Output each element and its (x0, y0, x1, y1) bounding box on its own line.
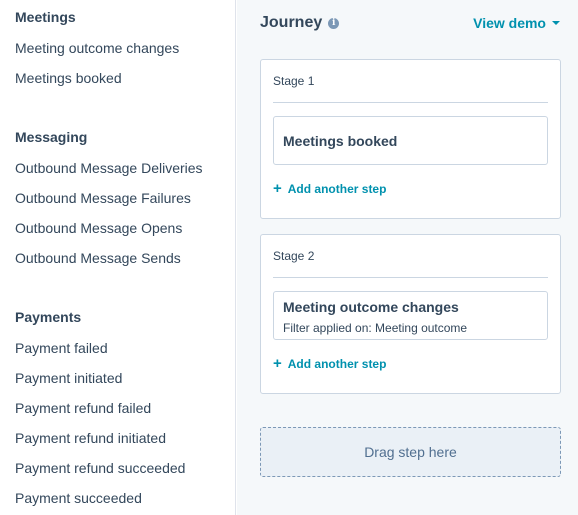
info-icon[interactable]: i (328, 17, 340, 29)
sidebar-item-meeting-outcome-changes[interactable]: Meeting outcome changes (15, 40, 179, 56)
stage-2-card: Stage 2 Meeting outcome changes Filter a… (260, 234, 561, 394)
stage-divider (273, 102, 548, 103)
step-title: Meetings booked (283, 133, 398, 149)
sidebar-item-payment-initiated[interactable]: Payment initiated (15, 370, 122, 386)
section-title-payments: Payments (15, 309, 82, 325)
stage-divider (273, 277, 548, 278)
step-card-meeting-outcome-changes[interactable]: Meeting outcome changes Filter applied o… (273, 291, 548, 340)
view-demo-button[interactable]: View demo (473, 15, 560, 31)
plus-icon: + (273, 355, 282, 372)
sidebar-item-outbound-message-deliveries[interactable]: Outbound Message Deliveries (15, 160, 203, 176)
sidebar-item-payment-failed[interactable]: Payment failed (15, 340, 108, 356)
event-sidebar: Meetings Meeting outcome changes Meeting… (0, 0, 236, 515)
stage-title: Stage 2 (273, 249, 315, 263)
step-filter-text: Filter applied on: Meeting outcome (283, 321, 468, 335)
section-title-messaging: Messaging (15, 129, 88, 145)
view-demo-label: View demo (473, 15, 546, 31)
add-another-step-button[interactable]: + Add another step (273, 355, 387, 372)
sidebar-item-meetings-booked[interactable]: Meetings booked (15, 70, 122, 86)
chevron-down-icon (552, 21, 560, 25)
add-another-step-button[interactable]: + Add another step (273, 180, 387, 197)
step-card-meetings-booked[interactable]: Meetings booked (273, 116, 548, 165)
sidebar-item-payment-succeeded[interactable]: Payment succeeded (15, 490, 142, 506)
sidebar-item-outbound-message-sends[interactable]: Outbound Message Sends (15, 250, 181, 266)
sidebar-item-payment-refund-succeeded[interactable]: Payment refund succeeded (15, 460, 185, 476)
drag-step-drop-zone[interactable]: Drag step here (260, 427, 561, 477)
journey-title: Journey (260, 14, 323, 31)
sidebar-item-outbound-message-failures[interactable]: Outbound Message Failures (15, 190, 191, 206)
plus-icon: + (273, 180, 282, 197)
stage-title: Stage 1 (273, 74, 315, 88)
sidebar-item-payment-refund-failed[interactable]: Payment refund failed (15, 400, 151, 416)
journey-header: Journey i (260, 14, 340, 32)
add-another-step-label: Add another step (287, 357, 387, 371)
journey-canvas: Journey i View demo Stage 1 Meetings boo… (237, 0, 578, 515)
stage-1-card: Stage 1 Meetings booked + Add another st… (260, 59, 561, 219)
section-title-meetings: Meetings (15, 9, 76, 25)
add-another-step-label: Add another step (287, 182, 387, 196)
sidebar-item-outbound-message-opens[interactable]: Outbound Message Opens (15, 220, 182, 236)
step-title: Meeting outcome changes (283, 299, 459, 315)
sidebar-item-payment-refund-initiated[interactable]: Payment refund initiated (15, 430, 166, 446)
